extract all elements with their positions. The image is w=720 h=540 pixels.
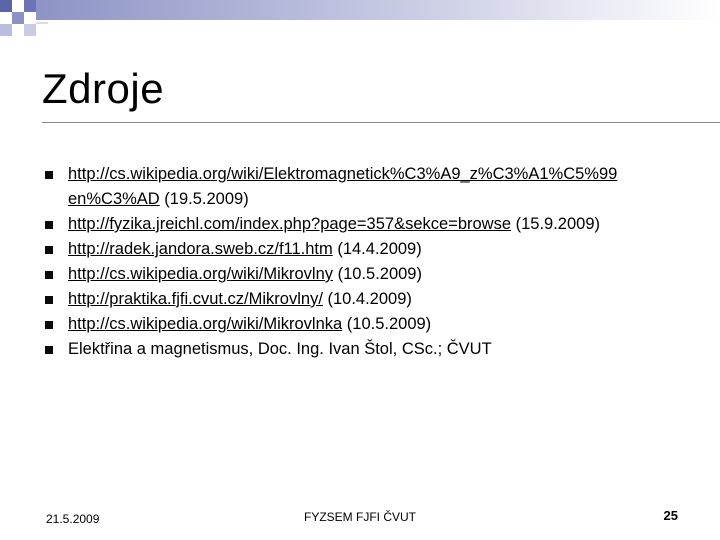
- list-item: http://radek.jandora.sweb.cz/f11.htm (14…: [42, 237, 702, 262]
- list-item: http://cs.wikipedia.org/wiki/Mikrovlny (…: [42, 262, 702, 287]
- list-item: http://cs.wikipedia.org/wiki/Elektromagn…: [42, 162, 702, 212]
- source-date: (14.4.2009): [332, 240, 422, 258]
- source-link[interactable]: http://cs.wikipedia.org/wiki/Mikrovlny: [68, 265, 333, 283]
- source-date: (10.5.2009): [342, 315, 432, 333]
- list-item: Elektřina a magnetismus, Doc. Ing. Ivan …: [42, 337, 702, 362]
- square-bullet-icon: [45, 346, 53, 354]
- footer-label: FYZSEM FJFI ČVUT: [304, 510, 416, 524]
- square-bullet-icon: [45, 171, 53, 179]
- square-bullet-icon: [45, 221, 53, 229]
- sources-list: http://cs.wikipedia.org/wiki/Elektromagn…: [42, 162, 702, 362]
- list-item: http://fyzika.jreichl.com/index.php?page…: [42, 212, 702, 237]
- square-bullet-icon: [45, 296, 53, 304]
- source-date: (10.4.2009): [322, 290, 412, 308]
- square-bullet-icon: [45, 271, 53, 279]
- square-bullet-icon: [45, 321, 53, 329]
- source-link[interactable]: http://fyzika.jreichl.com/index.php?page…: [68, 215, 511, 233]
- source-link[interactable]: http://cs.wikipedia.org/wiki/Elektromagn…: [68, 165, 617, 208]
- list-item: http://cs.wikipedia.org/wiki/Mikrovlnka …: [42, 312, 702, 337]
- list-item: http://praktika.fjfi.cvut.cz/Mikrovlny/ …: [42, 287, 702, 312]
- source-date: (19.5.2009): [159, 190, 249, 208]
- square-bullet-icon: [45, 246, 53, 254]
- source-text: Elektřina a magnetismus, Doc. Ing. Ivan …: [68, 340, 492, 358]
- source-date: (10.5.2009): [333, 265, 422, 283]
- page-number: 25: [663, 508, 678, 523]
- slide-title: Zdroje: [42, 65, 165, 112]
- source-date: (15.9.2009): [511, 215, 600, 233]
- source-link[interactable]: http://cs.wikipedia.org/wiki/Mikrovlnka: [68, 315, 342, 333]
- source-link[interactable]: http://praktika.fjfi.cvut.cz/Mikrovlny/: [68, 290, 323, 308]
- header-decoration: [0, 0, 720, 36]
- source-link[interactable]: http://radek.jandora.sweb.cz/f11.htm: [68, 240, 333, 258]
- title-divider: [42, 122, 720, 123]
